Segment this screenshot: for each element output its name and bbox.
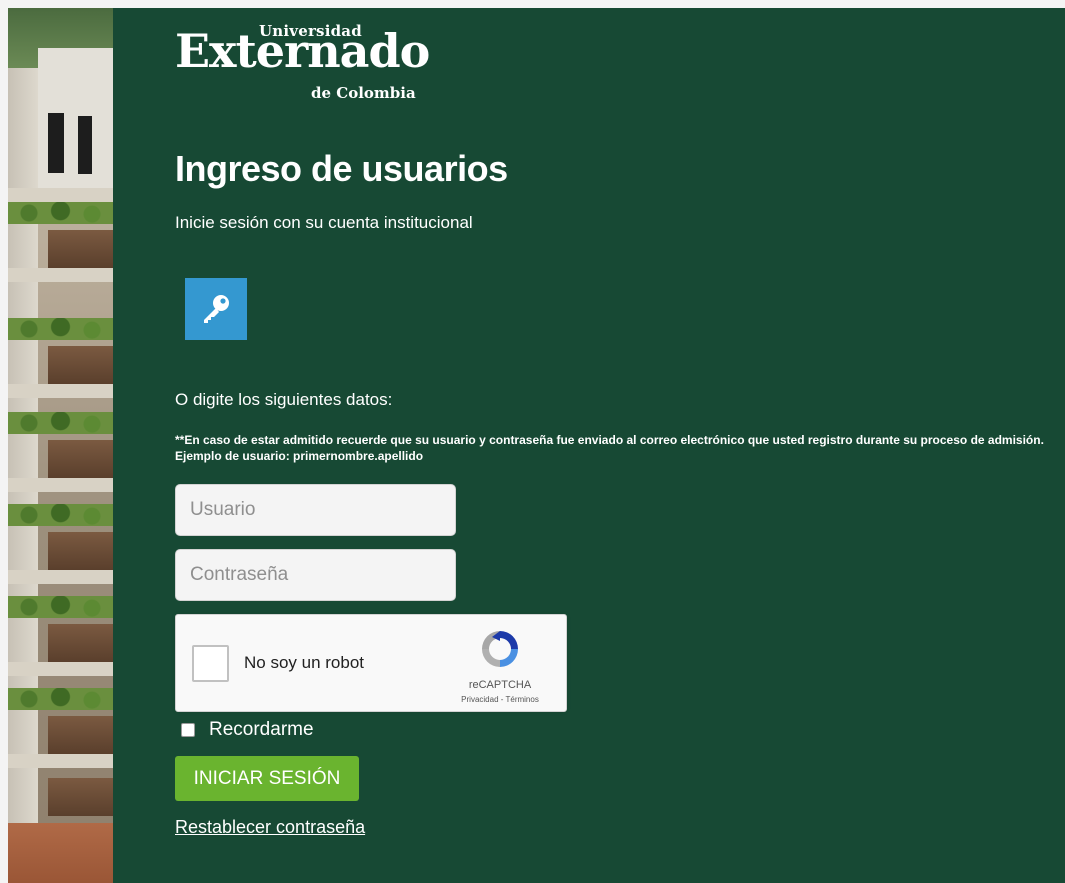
username-input[interactable] <box>175 484 456 536</box>
logo-main-text: Externado <box>175 24 430 78</box>
recaptcha-brand: reCAPTCHA <box>468 679 532 691</box>
reset-password-link[interactable]: Restablecer contraseña <box>175 817 365 838</box>
recaptcha-terms[interactable]: Privacidad - Términos <box>448 695 552 704</box>
remember-checkbox[interactable] <box>181 723 195 737</box>
recaptcha-checkbox[interactable] <box>192 645 229 682</box>
admission-notice: **En caso de estar admitido recuerde que… <box>175 433 1044 463</box>
login-button[interactable]: INICIAR SESIÓN <box>175 756 359 801</box>
recaptcha-logo: reCAPTCHA Privacidad - Términos <box>448 627 552 704</box>
page-subtitle: Inicie sesión con su cuenta instituciona… <box>175 213 473 232</box>
institutional-login-button[interactable] <box>185 278 247 340</box>
password-input[interactable] <box>175 549 456 601</box>
page-frame: Universidad Externado de Colombia Ingres… <box>0 0 1065 883</box>
remember-label: Recordarme <box>209 719 314 740</box>
remember-me: Recordarme <box>181 719 314 741</box>
key-icon <box>204 295 229 323</box>
university-logo: Universidad Externado de Colombia <box>175 20 435 102</box>
recaptcha-widget: No soy un robot reCAPTCHA Privacidad - T… <box>175 614 567 712</box>
campus-photo <box>8 8 113 883</box>
recaptcha-label: No soy un robot <box>244 653 365 672</box>
page-title: Ingreso de usuarios <box>175 148 508 189</box>
login-panel: Universidad Externado de Colombia Ingres… <box>113 8 1065 883</box>
recaptcha-icon <box>482 631 518 667</box>
alternative-login-heading: O digite los siguientes datos: <box>175 390 393 409</box>
logo-sub-text: de Colombia <box>311 84 416 102</box>
